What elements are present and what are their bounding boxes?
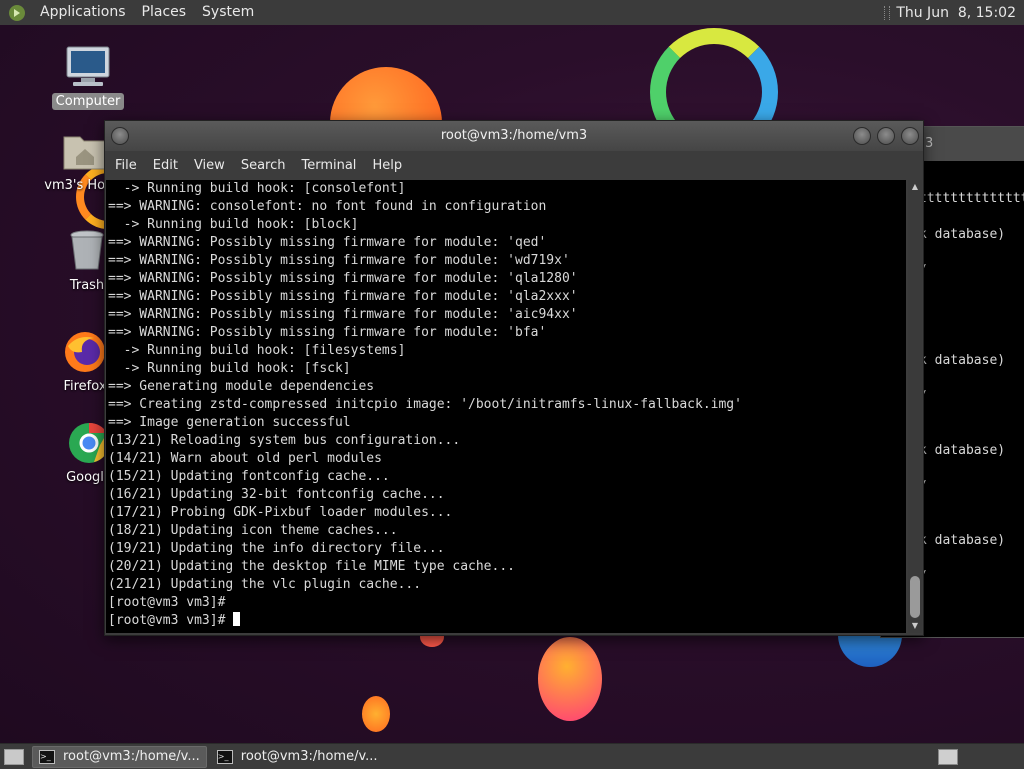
terminal-line: -> Running build hook: [fsck] bbox=[108, 361, 351, 376]
terminal-icon: >_ bbox=[39, 749, 55, 764]
terminal-line: ==> WARNING: consolefont: no font found … bbox=[108, 199, 547, 214]
terminal-line: ==> Image generation successful bbox=[108, 415, 351, 430]
bg-terminal-line: k database) bbox=[919, 353, 1006, 368]
terminal-titlebar[interactable]: root@vm3:/home/vm3 bbox=[105, 121, 923, 151]
bg-terminal-line: k database) bbox=[919, 227, 1006, 242]
terminal-line: -> Running build hook: [block] bbox=[108, 217, 359, 232]
terminal-line: ==> WARNING: Possibly missing firmware f… bbox=[108, 325, 547, 340]
menu-terminal[interactable]: Terminal bbox=[293, 158, 364, 173]
terminal-screen[interactable]: -> Running build hook: [consolefont] ==> … bbox=[106, 180, 906, 633]
computer-icon bbox=[66, 46, 110, 86]
terminal-line: ==> Generating module dependencies bbox=[108, 379, 375, 394]
taskbar-item[interactable]: >_ root@vm3:/home/v... bbox=[32, 745, 207, 768]
window-menu-button[interactable] bbox=[111, 127, 129, 145]
terminal-scrollbar[interactable]: ▲ ▼ bbox=[908, 180, 922, 633]
menu-view[interactable]: View bbox=[186, 158, 233, 173]
clock[interactable]: Thu Jun 8, 15:02 bbox=[896, 5, 1024, 21]
desktop-icon-label: Computer bbox=[51, 93, 125, 110]
taskbar-item[interactable]: >_ root@vm3:/home/v... bbox=[211, 747, 384, 767]
terminal-line: (15/21) Updating fontconfig cache... bbox=[108, 469, 390, 484]
menu-file[interactable]: File bbox=[107, 158, 145, 173]
menu-help[interactable]: Help bbox=[364, 158, 410, 173]
text-cursor bbox=[233, 612, 241, 626]
terminal-output: -> Running build hook: [consolefont] ==> … bbox=[106, 180, 906, 612]
terminal-icon: >_ bbox=[216, 749, 233, 764]
scroll-up-icon[interactable]: ▲ bbox=[908, 180, 922, 194]
terminal-line: (18/21) Updating icon theme caches... bbox=[108, 523, 398, 538]
close-button[interactable] bbox=[901, 127, 919, 145]
desktop-icon-label: Firefox bbox=[63, 379, 107, 394]
scroll-down-icon[interactable]: ▼ bbox=[908, 619, 922, 633]
wallpaper-pink-blob bbox=[538, 637, 602, 721]
bg-terminal-line: ttttttttttttttt bbox=[919, 191, 1024, 206]
wallpaper-small-orange bbox=[362, 696, 390, 732]
terminal-line: ==> WARNING: Possibly missing firmware f… bbox=[108, 253, 570, 268]
firefox-icon bbox=[65, 332, 105, 372]
terminal-line: ==> WARNING: Possibly missing firmware f… bbox=[108, 307, 578, 322]
window-title: root@vm3:/home/vm3 bbox=[440, 128, 588, 143]
bg-terminal-line: k database) bbox=[919, 533, 1006, 548]
terminal-menubar: File Edit View Search Terminal Help bbox=[105, 151, 923, 179]
workspace-switcher[interactable] bbox=[938, 748, 958, 765]
terminal-window[interactable]: root@vm3:/home/vm3 File Edit View Search… bbox=[104, 120, 924, 636]
panel-handle-icon bbox=[884, 5, 891, 20]
places-menu[interactable]: Places bbox=[134, 0, 195, 25]
show-desktop-icon[interactable] bbox=[4, 748, 24, 765]
maximize-button[interactable] bbox=[877, 127, 895, 145]
terminal-line: -> Running build hook: [consolefont] bbox=[108, 181, 406, 196]
top-panel: Applications Places System Thu Jun 8, 15… bbox=[0, 0, 1024, 26]
desktop-icon-computer[interactable]: Computer bbox=[43, 45, 133, 110]
taskbar-item-label: root@vm3:/home/v... bbox=[63, 749, 200, 764]
terminal-line: ==> WARNING: Possibly missing firmware f… bbox=[108, 271, 578, 286]
terminal-prompt-line[interactable]: [root@vm3 vm3]# bbox=[106, 612, 906, 630]
terminal-line: (20/21) Updating the desktop file MIME t… bbox=[108, 559, 515, 574]
gnome-foot-icon[interactable] bbox=[8, 4, 26, 22]
terminal-line: (21/21) Updating the vlc plugin cache... bbox=[108, 577, 422, 592]
terminal-line: (19/21) Updating the info directory file… bbox=[108, 541, 445, 556]
terminal-line: (17/21) Probing GDK-Pixbuf loader module… bbox=[108, 505, 453, 520]
bg-terminal-line: k database) bbox=[919, 443, 1006, 458]
terminal-line: ==> WARNING: Possibly missing firmware f… bbox=[108, 289, 578, 304]
terminal-line: (16/21) Updating 32-bit fontconfig cache… bbox=[108, 487, 445, 502]
taskbar-item-label: root@vm3:/home/v... bbox=[240, 749, 378, 764]
desktop-icon-label: Trash bbox=[69, 278, 105, 293]
terminal-line: -> Running build hook: [filesystems] bbox=[108, 343, 406, 358]
prompt: [root@vm3 vm3]# bbox=[108, 613, 234, 628]
home-folder-icon bbox=[63, 136, 107, 170]
terminal-line: ==> Creating zstd-compressed initcpio im… bbox=[108, 397, 742, 412]
minimize-button[interactable] bbox=[853, 127, 871, 145]
menu-search[interactable]: Search bbox=[233, 158, 294, 173]
terminal-line: (13/21) Reloading system bus configurati… bbox=[108, 433, 461, 448]
background-terminal-title: 3 bbox=[925, 136, 934, 151]
terminal-line: [root@vm3 vm3]# bbox=[108, 595, 226, 610]
applications-menu[interactable]: Applications bbox=[32, 0, 134, 25]
scrollbar-thumb[interactable] bbox=[910, 576, 920, 618]
terminal-line: ==> WARNING: Possibly missing firmware f… bbox=[108, 235, 547, 250]
bottom-panel: >_ root@vm3:/home/v... >_ root@vm3:/home… bbox=[0, 743, 1024, 769]
menu-edit[interactable]: Edit bbox=[145, 158, 186, 173]
terminal-line: (14/21) Warn about old perl modules bbox=[108, 451, 382, 466]
system-menu[interactable]: System bbox=[194, 0, 262, 25]
